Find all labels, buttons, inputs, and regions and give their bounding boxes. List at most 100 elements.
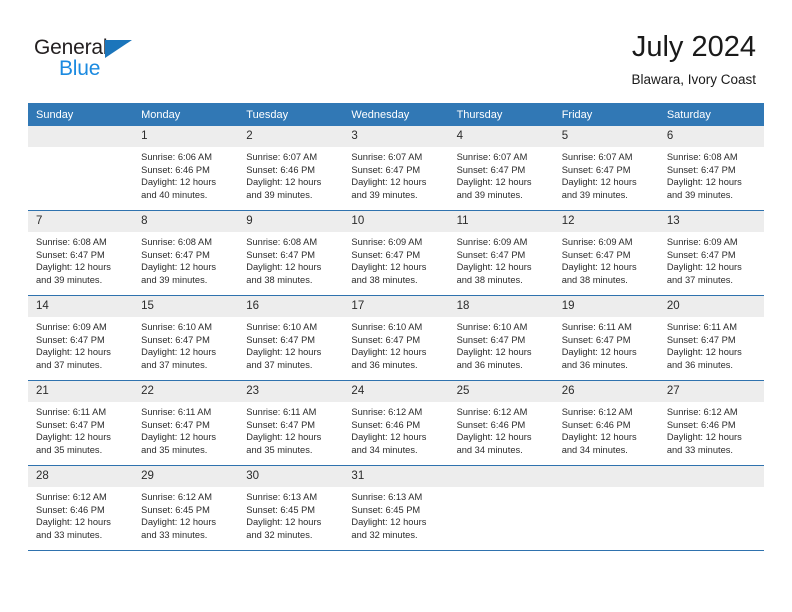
day-details: Sunrise: 6:12 AM Sunset: 6:46 PM Daylight:…: [28, 487, 133, 541]
calendar-day-cell[interactable]: 15 Sunrise: 6:10 AM Sunset: 6:47 PM Dayligh…: [133, 295, 239, 381]
calendar-day-cell[interactable]: 12 Sunrise: 6:09 AM Sunset: 6:47 PM Dayligh…: [553, 210, 659, 296]
day-details: Sunrise: 6:12 AM Sunset: 6:46 PM Daylight:…: [449, 402, 554, 456]
calendar-day-cell[interactable]: 13 Sunrise: 6:09 AM Sunset: 6:47 PM Dayligh…: [658, 210, 764, 296]
calendar-day-cell[interactable]: 22 Sunrise: 6:11 AM Sunset: 6:47 PM Dayligh…: [133, 380, 239, 466]
calendar-day-cell[interactable]: 14 Sunrise: 6:09 AM Sunset: 6:47 PM Dayligh…: [28, 295, 134, 381]
calendar-day-cell[interactable]: 30 Sunrise: 6:13 AM Sunset: 6:45 PM Dayligh…: [238, 465, 344, 550]
day-details: Sunrise: 6:08 AM Sunset: 6:47 PM Daylight:…: [659, 147, 764, 201]
calendar-day-cell[interactable]: 31 Sunrise: 6:13 AM Sunset: 6:45 PM Dayligh…: [343, 465, 449, 550]
sunset-text: Sunset: 6:46 PM: [141, 164, 210, 175]
calendar-week-row: 7 Sunrise: 6:08 AM Sunset: 6:47 PM Daylight…: [28, 210, 764, 296]
sunset-text: Sunset: 6:46 PM: [246, 164, 316, 175]
calendar-day-cell[interactable]: 18 Sunrise: 6:10 AM Sunset: 6:47 PM Dayligh…: [448, 295, 554, 381]
calendar-day-cell[interactable]: 19 Sunrise: 6:11 AM Sunset: 6:47 PM Dayligh…: [553, 295, 659, 381]
day-number: 5: [553, 126, 659, 147]
sunrise-text: Sunrise: 6:07 AM: [246, 152, 318, 162]
day-details: Sunrise: 6:11 AM Sunset: 6:47 PM Daylight:…: [28, 402, 133, 456]
day-number: [448, 466, 554, 487]
weekday-header-tuesday: Tuesday: [238, 103, 344, 126]
sunrise-text: Sunrise: 6:06 AM: [141, 152, 212, 162]
daylight-text: Daylight: 12 hours and 38 minutes.: [351, 262, 427, 285]
daylight-text: Daylight: 12 hours and 39 minutes.: [561, 177, 637, 200]
day-details: Sunrise: 6:09 AM Sunset: 6:47 PM Daylight:…: [554, 232, 659, 286]
sunrise-text: Sunrise: 6:12 AM: [351, 407, 423, 417]
daylight-text: Daylight: 12 hours and 36 minutes.: [351, 347, 427, 370]
sunset-text: Sunset: 6:47 PM: [351, 164, 421, 175]
sunset-text: Sunset: 6:45 PM: [351, 504, 421, 515]
calendar-day-cell[interactable]: 27 Sunrise: 6:12 AM Sunset: 6:46 PM Dayligh…: [658, 380, 764, 466]
sunset-text: Sunset: 6:47 PM: [561, 164, 631, 175]
calendar-header-row: Sunday Monday Tuesday Wednesday Thursday…: [28, 103, 764, 126]
sunrise-text: Sunrise: 6:08 AM: [666, 152, 738, 162]
calendar-day-cell[interactable]: 21 Sunrise: 6:11 AM Sunset: 6:47 PM Dayligh…: [28, 380, 134, 466]
daylight-text: Daylight: 12 hours and 39 minutes.: [351, 177, 427, 200]
calendar-day-cell[interactable]: 26 Sunrise: 6:12 AM Sunset: 6:46 PM Dayligh…: [553, 380, 659, 466]
calendar-empty-cell: [658, 465, 764, 550]
daylight-text: Daylight: 12 hours and 32 minutes.: [246, 517, 322, 540]
sunset-text: Sunset: 6:47 PM: [36, 334, 105, 345]
calendar-week-row: 28 Sunrise: 6:12 AM Sunset: 6:46 PM Dayligh…: [28, 465, 764, 550]
page-title: July 2024: [631, 31, 756, 63]
daylight-text: Daylight: 12 hours and 34 minutes.: [561, 432, 637, 455]
sunrise-text: Sunrise: 6:12 AM: [666, 407, 738, 417]
day-number: 8: [133, 211, 239, 232]
day-details: Sunrise: 6:09 AM Sunset: 6:47 PM Daylight:…: [28, 317, 133, 371]
day-details: Sunrise: 6:11 AM Sunset: 6:47 PM Daylight:…: [238, 402, 343, 456]
sunrise-text: Sunrise: 6:09 AM: [36, 322, 107, 332]
day-details: Sunrise: 6:12 AM Sunset: 6:46 PM Daylight:…: [343, 402, 448, 456]
sunset-text: Sunset: 6:46 PM: [456, 419, 526, 430]
sunrise-text: Sunrise: 6:12 AM: [456, 407, 528, 417]
calendar-day-cell[interactable]: 28 Sunrise: 6:12 AM Sunset: 6:46 PM Dayligh…: [28, 465, 134, 550]
day-number: 11: [448, 211, 554, 232]
day-number: 31: [343, 466, 449, 487]
calendar-day-cell[interactable]: 25 Sunrise: 6:12 AM Sunset: 6:46 PM Dayligh…: [448, 380, 554, 466]
day-number: 29: [133, 466, 239, 487]
calendar-day-cell[interactable]: 1 Sunrise: 6:06 AM Sunset: 6:46 PM Daylight…: [133, 126, 239, 211]
daylight-text: Daylight: 12 hours and 33 minutes.: [36, 517, 111, 540]
calendar-day-cell[interactable]: 4 Sunrise: 6:07 AM Sunset: 6:47 PM Daylight…: [448, 126, 554, 211]
day-number: 12: [553, 211, 659, 232]
daylight-text: Daylight: 12 hours and 37 minutes.: [141, 347, 217, 370]
daylight-text: Daylight: 12 hours and 39 minutes.: [36, 262, 111, 285]
calendar-day-cell[interactable]: 16 Sunrise: 6:10 AM Sunset: 6:47 PM Dayligh…: [238, 295, 344, 381]
day-number: 10: [343, 211, 449, 232]
calendar-day-cell[interactable]: 5 Sunrise: 6:07 AM Sunset: 6:47 PM Daylight…: [553, 126, 659, 211]
calendar-day-cell[interactable]: 2 Sunrise: 6:07 AM Sunset: 6:46 PM Daylight…: [238, 126, 344, 211]
weekday-header-friday: Friday: [553, 103, 659, 126]
day-number: 3: [343, 126, 449, 147]
calendar-day-cell[interactable]: 7 Sunrise: 6:08 AM Sunset: 6:47 PM Daylight…: [28, 210, 134, 296]
sunrise-text: Sunrise: 6:11 AM: [36, 407, 107, 417]
sunrise-text: Sunrise: 6:10 AM: [141, 322, 212, 332]
calendar-day-cell[interactable]: 9 Sunrise: 6:08 AM Sunset: 6:47 PM Daylight…: [238, 210, 344, 296]
calendar-week-row: 21 Sunrise: 6:11 AM Sunset: 6:47 PM Dayligh…: [28, 380, 764, 466]
day-number: [658, 466, 764, 487]
calendar-day-cell[interactable]: 23 Sunrise: 6:11 AM Sunset: 6:47 PM Dayligh…: [238, 380, 344, 466]
calendar-day-cell[interactable]: 11 Sunrise: 6:09 AM Sunset: 6:47 PM Dayligh…: [448, 210, 554, 296]
sunset-text: Sunset: 6:47 PM: [666, 164, 736, 175]
calendar-day-cell[interactable]: 10 Sunrise: 6:09 AM Sunset: 6:47 PM Dayligh…: [343, 210, 449, 296]
sunset-text: Sunset: 6:47 PM: [141, 334, 210, 345]
sunset-text: Sunset: 6:46 PM: [666, 419, 736, 430]
calendar-day-cell[interactable]: 24 Sunrise: 6:12 AM Sunset: 6:46 PM Dayligh…: [343, 380, 449, 466]
calendar-day-cell[interactable]: 17 Sunrise: 6:10 AM Sunset: 6:47 PM Dayligh…: [343, 295, 449, 381]
calendar-day-cell[interactable]: 20 Sunrise: 6:11 AM Sunset: 6:47 PM Dayligh…: [658, 295, 764, 381]
daylight-text: Daylight: 12 hours and 39 minutes.: [666, 177, 742, 200]
calendar-day-cell[interactable]: 8 Sunrise: 6:08 AM Sunset: 6:47 PM Daylight…: [133, 210, 239, 296]
generalblue-logo[interactable]: General Blue: [34, 36, 184, 86]
sunset-text: Sunset: 6:46 PM: [351, 419, 421, 430]
weekday-header-saturday: Saturday: [658, 103, 764, 126]
day-number: [553, 466, 659, 487]
sunrise-text: Sunrise: 6:10 AM: [351, 322, 423, 332]
calendar-day-cell[interactable]: 3 Sunrise: 6:07 AM Sunset: 6:47 PM Daylight…: [343, 126, 449, 211]
calendar-day-cell[interactable]: 29 Sunrise: 6:12 AM Sunset: 6:45 PM Dayligh…: [133, 465, 239, 550]
sunrise-text: Sunrise: 6:13 AM: [246, 492, 318, 502]
calendar-day-cell[interactable]: 6 Sunrise: 6:08 AM Sunset: 6:47 PM Daylight…: [658, 126, 764, 211]
day-number: 13: [658, 211, 764, 232]
day-details: Sunrise: 6:07 AM Sunset: 6:46 PM Daylight:…: [238, 147, 343, 201]
sunset-text: Sunset: 6:46 PM: [36, 504, 105, 515]
daylight-text: Daylight: 12 hours and 33 minutes.: [666, 432, 742, 455]
daylight-text: Daylight: 12 hours and 37 minutes.: [36, 347, 111, 370]
daylight-text: Daylight: 12 hours and 37 minutes.: [246, 347, 322, 370]
day-number: 25: [448, 381, 554, 402]
sunset-text: Sunset: 6:47 PM: [36, 249, 105, 260]
